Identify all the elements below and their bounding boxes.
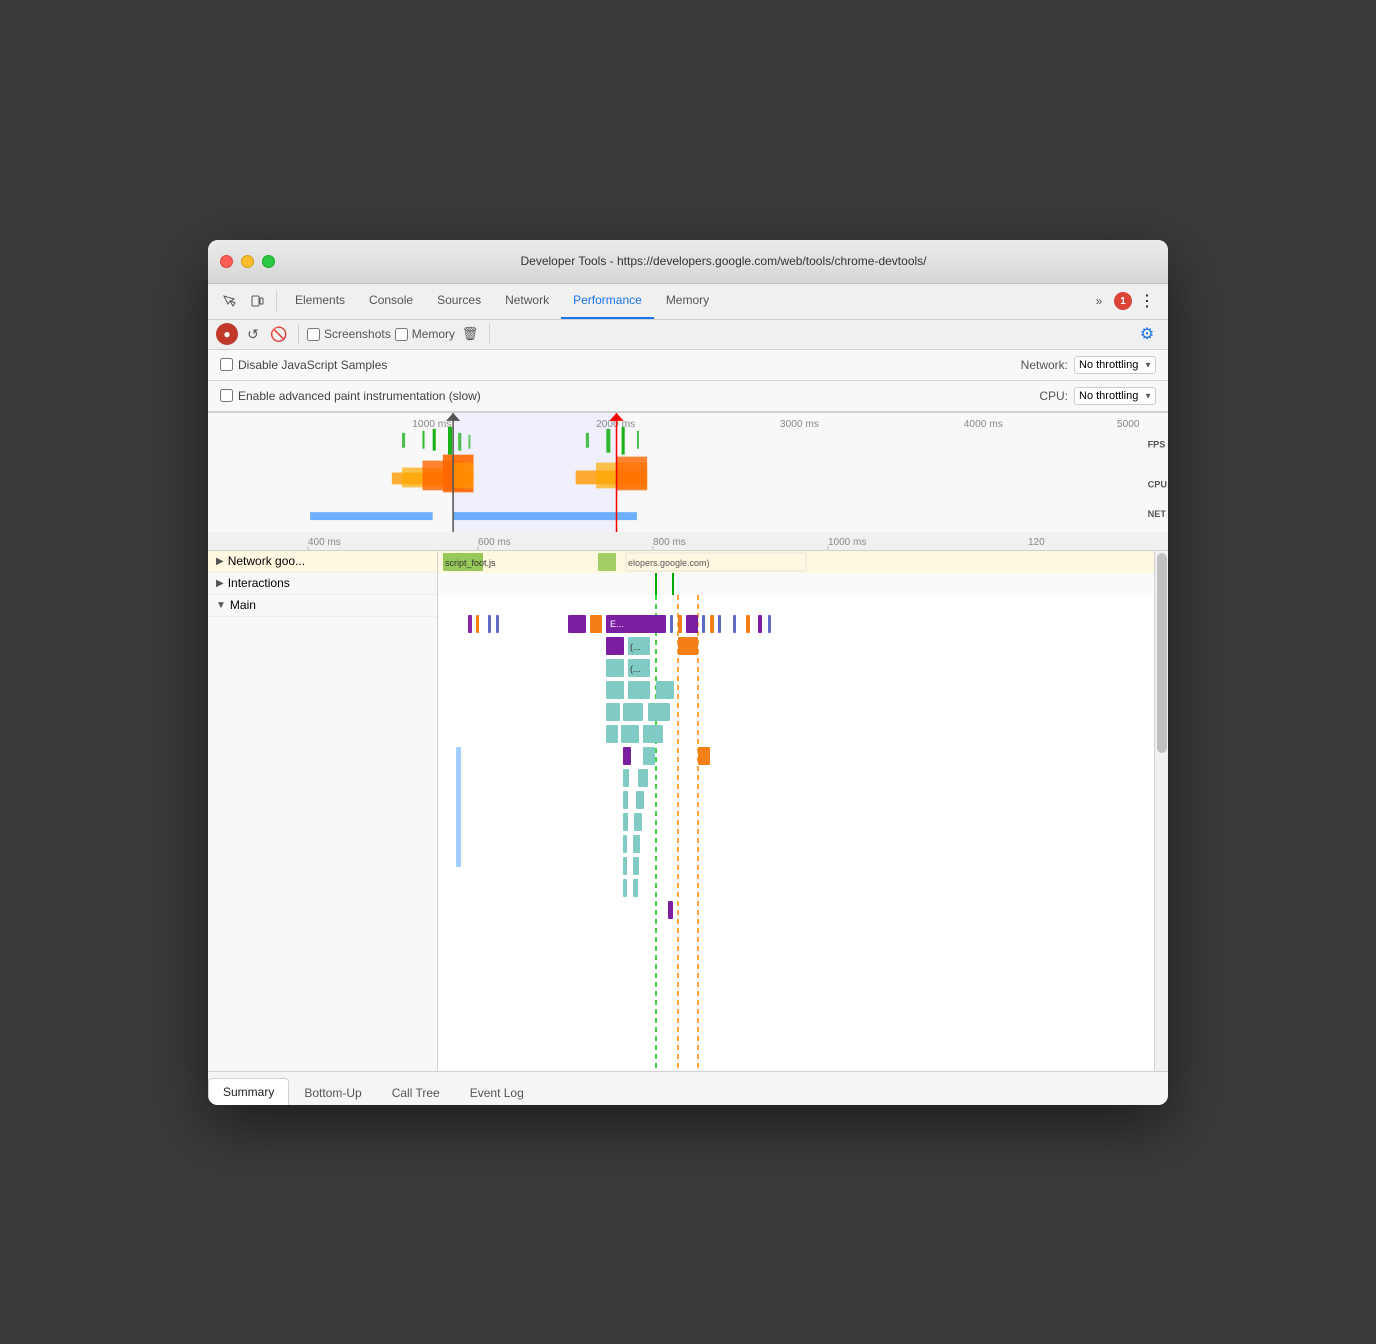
svg-text:120: 120 xyxy=(1028,537,1045,548)
tab-network[interactable]: Network xyxy=(493,283,561,319)
disable-js-samples-checkbox[interactable] xyxy=(220,358,233,371)
svg-text:FPS: FPS xyxy=(1148,439,1166,449)
inspect-button[interactable] xyxy=(216,288,242,314)
advanced-paint-checkbox[interactable] xyxy=(220,389,233,402)
network-track-label[interactable]: ▶ Network goo... xyxy=(208,551,437,573)
tab-elements[interactable]: Elements xyxy=(283,283,357,319)
main-expand-arrow: ▼ xyxy=(216,600,226,611)
detail-ruler: 400 ms 600 ms 800 ms 1000 ms 120 xyxy=(208,533,1168,551)
svg-text:5000: 5000 xyxy=(1117,419,1140,430)
interactions-track-name: Interactions xyxy=(228,576,290,590)
traffic-lights xyxy=(220,255,275,268)
settings-button[interactable]: ⚙ xyxy=(1134,321,1160,347)
devtools-window: Developer Tools - https://developers.goo… xyxy=(208,240,1168,1105)
network-throttle-select[interactable]: No throttling xyxy=(1074,356,1156,374)
network-throttle-wrapper: No throttling xyxy=(1074,356,1156,374)
reload-record-button[interactable]: ↺ xyxy=(242,323,264,345)
devtools-panel: Elements Console Sources Network Perform… xyxy=(208,284,1168,1105)
svg-text:E...: E... xyxy=(610,619,624,629)
vertical-scrollbar[interactable] xyxy=(1154,551,1168,1071)
bottom-tab-event-log[interactable]: Event Log xyxy=(455,1079,539,1105)
svg-text:1000 ms: 1000 ms xyxy=(412,419,451,430)
flame-chart-area: ▶ Network goo... ▶ Interactions ▼ Main xyxy=(208,551,1168,1071)
error-badge: 1 xyxy=(1114,292,1132,310)
flame-content[interactable]: script_foot.js elopers.google.com) xyxy=(438,551,1154,1071)
clear-button[interactable]: 🚫 xyxy=(268,323,290,345)
cpu-throttle-select[interactable]: No throttling xyxy=(1074,387,1156,405)
titlebar: Developer Tools - https://developers.goo… xyxy=(208,240,1168,284)
disable-js-samples-label: Disable JavaScript Samples xyxy=(220,358,387,372)
svg-text:CPU: CPU xyxy=(1148,479,1167,489)
network-throttle-label: Network: xyxy=(1021,358,1068,372)
interactions-track-label[interactable]: ▶ Interactions xyxy=(208,573,437,595)
screenshots-checkbox[interactable] xyxy=(307,328,320,341)
svg-text:(...: (... xyxy=(630,642,641,652)
memory-checkbox[interactable] xyxy=(395,328,408,341)
bottom-tab-summary[interactable]: Summary xyxy=(208,1078,289,1105)
minimize-button[interactable] xyxy=(241,255,254,268)
bottom-tab-call-tree[interactable]: Call Tree xyxy=(377,1079,455,1105)
advanced-paint-label: Enable advanced paint instrumentation (s… xyxy=(220,389,481,403)
svg-text:800 ms: 800 ms xyxy=(653,537,686,548)
svg-text:600 ms: 600 ms xyxy=(478,537,511,548)
overview-chart: 1000 ms 2000 ms 3000 ms 4000 ms 5000 FPS… xyxy=(208,413,1168,532)
screenshots-checkbox-label: Screenshots xyxy=(307,327,391,341)
svg-text:3000 ms: 3000 ms xyxy=(780,419,819,430)
perf-toolbar-sep xyxy=(298,324,299,344)
svg-text:1000 ms: 1000 ms xyxy=(828,537,866,548)
overview-panel[interactable]: 1000 ms 2000 ms 3000 ms 4000 ms 5000 FPS… xyxy=(208,413,1168,533)
svg-text:(...: (... xyxy=(630,664,641,674)
perf-toolbar-sep2 xyxy=(489,324,490,344)
main-toolbar: Elements Console Sources Network Perform… xyxy=(208,284,1168,320)
svg-text:4000 ms: 4000 ms xyxy=(964,419,1003,430)
svg-text:NET: NET xyxy=(1148,509,1167,519)
tab-console[interactable]: Console xyxy=(357,283,425,319)
flame-chart-svg: script_foot.js elopers.google.com) xyxy=(438,551,1154,1071)
svg-text:elopers.google.com): elopers.google.com) xyxy=(628,558,710,568)
main-tabs: Elements Console Sources Network Perform… xyxy=(283,283,1084,319)
window-title: Developer Tools - https://developers.goo… xyxy=(291,254,1156,268)
tab-performance[interactable]: Performance xyxy=(561,283,654,319)
network-expand-arrow: ▶ xyxy=(216,556,224,567)
close-button[interactable] xyxy=(220,255,233,268)
settings-row-2: Enable advanced paint instrumentation (s… xyxy=(208,381,1168,412)
toolbar-separator-1 xyxy=(276,291,277,311)
detail-ruler-svg: 400 ms 600 ms 800 ms 1000 ms 120 xyxy=(208,532,1168,550)
scrollbar-thumb[interactable] xyxy=(1157,553,1167,753)
main-track-name: Main xyxy=(230,598,256,612)
interactions-expand-arrow: ▶ xyxy=(216,578,224,589)
device-toggle-button[interactable] xyxy=(244,288,270,314)
maximize-button[interactable] xyxy=(262,255,275,268)
flame-sidebar: ▶ Network goo... ▶ Interactions ▼ Main xyxy=(208,551,438,1071)
network-throttle-group: Network: No throttling xyxy=(1021,356,1156,374)
record-button[interactable]: ● xyxy=(216,323,238,345)
memory-checkbox-label: Memory xyxy=(395,327,455,341)
bottom-tab-bottom-up[interactable]: Bottom-Up xyxy=(289,1079,376,1105)
tab-memory[interactable]: Memory xyxy=(654,283,721,319)
settings-panel: Disable JavaScript Samples Network: No t… xyxy=(208,350,1168,413)
perf-toolbar: ● ↺ 🚫 Screenshots Memory 🗑 ⚙ xyxy=(208,320,1168,350)
delete-recording-button[interactable]: 🗑 xyxy=(459,323,481,345)
main-track-label[interactable]: ▼ Main xyxy=(208,595,437,617)
cpu-throttle-wrapper: No throttling xyxy=(1074,387,1156,405)
tabs-overflow-button[interactable]: » xyxy=(1086,288,1112,314)
svg-text:script_foot.js: script_foot.js xyxy=(445,558,496,568)
bottom-tabs: Summary Bottom-Up Call Tree Event Log xyxy=(208,1071,1168,1105)
tab-sources[interactable]: Sources xyxy=(425,283,493,319)
settings-row-1: Disable JavaScript Samples Network: No t… xyxy=(208,350,1168,381)
more-options-button[interactable]: ⋮ xyxy=(1134,288,1160,314)
svg-text:400 ms: 400 ms xyxy=(308,537,341,548)
cpu-throttle-label: CPU: xyxy=(1039,389,1068,403)
cpu-throttle-group: CPU: No throttling xyxy=(1039,387,1156,405)
network-track-name: Network goo... xyxy=(228,554,305,568)
